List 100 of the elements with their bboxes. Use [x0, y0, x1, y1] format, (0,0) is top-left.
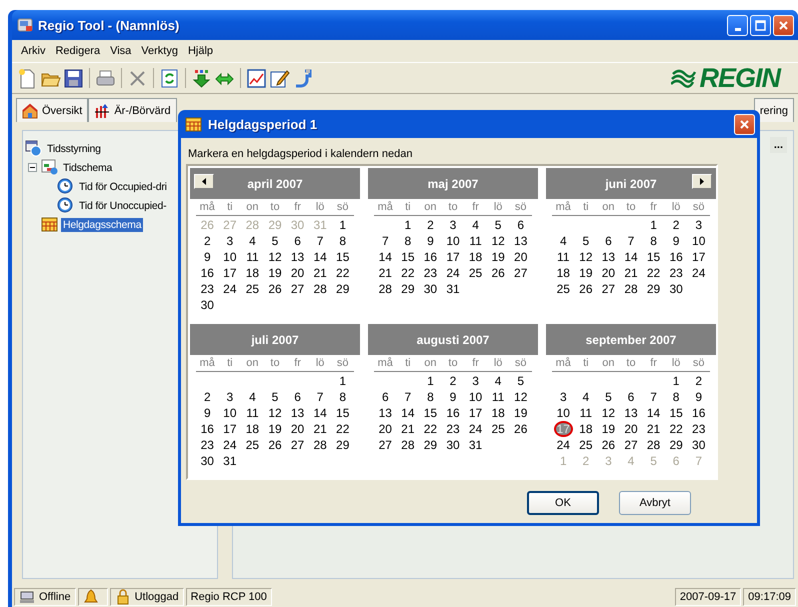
calendar-day[interactable]: 20: [509, 249, 532, 265]
calendar-day[interactable]: 22: [331, 265, 354, 281]
calendar-day[interactable]: 23: [196, 437, 219, 453]
calendar-day[interactable]: 5: [486, 217, 510, 233]
chart-icon[interactable]: [246, 68, 266, 88]
minimize-button[interactable]: [727, 14, 748, 36]
calendar-day[interactable]: 28: [642, 437, 665, 453]
calendar-day[interactable]: 18: [552, 265, 575, 281]
calendar-day[interactable]: 11: [464, 233, 487, 249]
calendar-day[interactable]: 30: [419, 281, 442, 297]
calendar-day[interactable]: 29: [642, 281, 665, 297]
calendar-day[interactable]: 4: [486, 373, 510, 389]
tree-item[interactable]: Tidsstyrning: [45, 142, 103, 156]
calendar-day[interactable]: 12: [597, 405, 620, 421]
calendar-day[interactable]: 6: [286, 389, 309, 405]
calendar-day[interactable]: 30: [687, 437, 710, 453]
calendar-day[interactable]: 2: [664, 217, 688, 233]
calendar-day[interactable]: 10: [442, 233, 464, 249]
calendar-day[interactable]: 3: [218, 233, 242, 249]
calendar-day[interactable]: 3: [687, 217, 710, 233]
calendar-day[interactable]: 4: [241, 389, 264, 405]
calendar-day[interactable]: 17: [687, 249, 710, 265]
calendar-day[interactable]: 16: [419, 249, 442, 265]
calendar-day[interactable]: 10: [552, 405, 575, 421]
calendar-day[interactable]: 13: [597, 249, 620, 265]
calendar-day[interactable]: 15: [664, 405, 688, 421]
calendar-day[interactable]: 4: [574, 389, 598, 405]
calendar-day[interactable]: 7: [620, 233, 642, 249]
collapse-toggle[interactable]: [28, 163, 37, 172]
calendar-day[interactable]: 11: [552, 249, 575, 265]
calendar-day[interactable]: 11: [486, 389, 510, 405]
menu-item[interactable]: Verktyg: [136, 43, 183, 59]
calendar-day[interactable]: 26: [574, 281, 598, 297]
calendar-day[interactable]: 11: [241, 249, 264, 265]
calendar-day[interactable]: 13: [620, 405, 642, 421]
calendar-day[interactable]: 9: [419, 233, 442, 249]
calendar-day[interactable]: 8: [664, 389, 688, 405]
calendar-day[interactable]: 17: [218, 265, 242, 281]
calendar-day[interactable]: 30: [664, 281, 688, 297]
calendar-day[interactable]: 27: [509, 265, 532, 281]
calendar-day[interactable]: 18: [574, 421, 598, 437]
calendar-day[interactable]: 1: [331, 217, 354, 233]
calendar-day[interactable]: 17: [464, 405, 487, 421]
calendar-day[interactable]: 29: [664, 437, 688, 453]
calendar-day[interactable]: 31: [464, 437, 487, 453]
calendar-day[interactable]: 5: [597, 389, 620, 405]
calendar-day[interactable]: 24: [552, 437, 575, 453]
calendar-day[interactable]: 26: [486, 265, 510, 281]
calendar-day[interactable]: 18: [464, 249, 487, 265]
calendar-day[interactable]: 28: [374, 281, 397, 297]
calendar-day[interactable]: 7: [374, 233, 397, 249]
calendar-day[interactable]: 14: [620, 249, 642, 265]
calendar-day[interactable]: 6: [374, 389, 397, 405]
calendar-day[interactable]: 25: [486, 421, 510, 437]
calendar-day[interactable]: 25: [552, 281, 575, 297]
tab[interactable]: rering: [754, 98, 794, 122]
calendar-day[interactable]: 13: [286, 405, 309, 421]
close-button[interactable]: [734, 114, 755, 134]
calendar-day[interactable]: 31: [218, 453, 242, 469]
calendar-day[interactable]: 21: [396, 421, 420, 437]
calendar-day[interactable]: 25: [241, 281, 264, 297]
download-arrow-icon[interactable]: [190, 68, 212, 88]
calendar-day[interactable]: 1: [664, 373, 688, 389]
calendar-day[interactable]: 5: [264, 233, 286, 249]
calendar-day[interactable]: 15: [396, 249, 420, 265]
calendar-day[interactable]: 23: [687, 421, 710, 437]
calendar-day[interactable]: 12: [574, 249, 598, 265]
calendar-day[interactable]: 16: [196, 265, 219, 281]
refresh-icon[interactable]: [158, 68, 180, 88]
calendar-day[interactable]: 30: [196, 297, 219, 313]
calendar-day[interactable]: 13: [374, 405, 397, 421]
calendar-day[interactable]: 23: [664, 265, 688, 281]
calendar-day[interactable]: 27: [597, 281, 620, 297]
previous-month-button[interactable]: [194, 174, 214, 189]
calendar-day[interactable]: 1: [419, 373, 442, 389]
save-icon[interactable]: [62, 68, 84, 88]
calendar-day[interactable]: 10: [687, 233, 710, 249]
calendar-day[interactable]: 16: [687, 405, 710, 421]
new-file-icon[interactable]: [16, 68, 38, 88]
calendar-day[interactable]: 22: [642, 265, 665, 281]
calendar-day[interactable]: 25: [574, 437, 598, 453]
calendar-day[interactable]: 9: [687, 389, 710, 405]
calendar-day[interactable]: 26: [597, 437, 620, 453]
calendar-day[interactable]: 12: [264, 405, 286, 421]
calendar-day[interactable]: 26: [509, 421, 532, 437]
menu-item[interactable]: Arkiv: [16, 43, 50, 59]
calendar-day[interactable]: 19: [574, 265, 598, 281]
calendar-day[interactable]: 6: [597, 233, 620, 249]
calendar-day[interactable]: 21: [308, 421, 332, 437]
close-button[interactable]: [773, 14, 794, 36]
calendar-day[interactable]: 8: [396, 233, 420, 249]
calendar-day[interactable]: 16: [442, 405, 464, 421]
calendar-day[interactable]: 20: [597, 265, 620, 281]
calendar-day[interactable]: 1: [642, 217, 665, 233]
calendar-day[interactable]: 29: [396, 281, 420, 297]
calendar-day[interactable]: 24: [464, 421, 487, 437]
calendar-day[interactable]: 23: [419, 265, 442, 281]
calendar-day[interactable]: 24: [442, 265, 464, 281]
calendar-day[interactable]: 5: [264, 389, 286, 405]
calendar-day[interactable]: 7: [308, 233, 332, 249]
